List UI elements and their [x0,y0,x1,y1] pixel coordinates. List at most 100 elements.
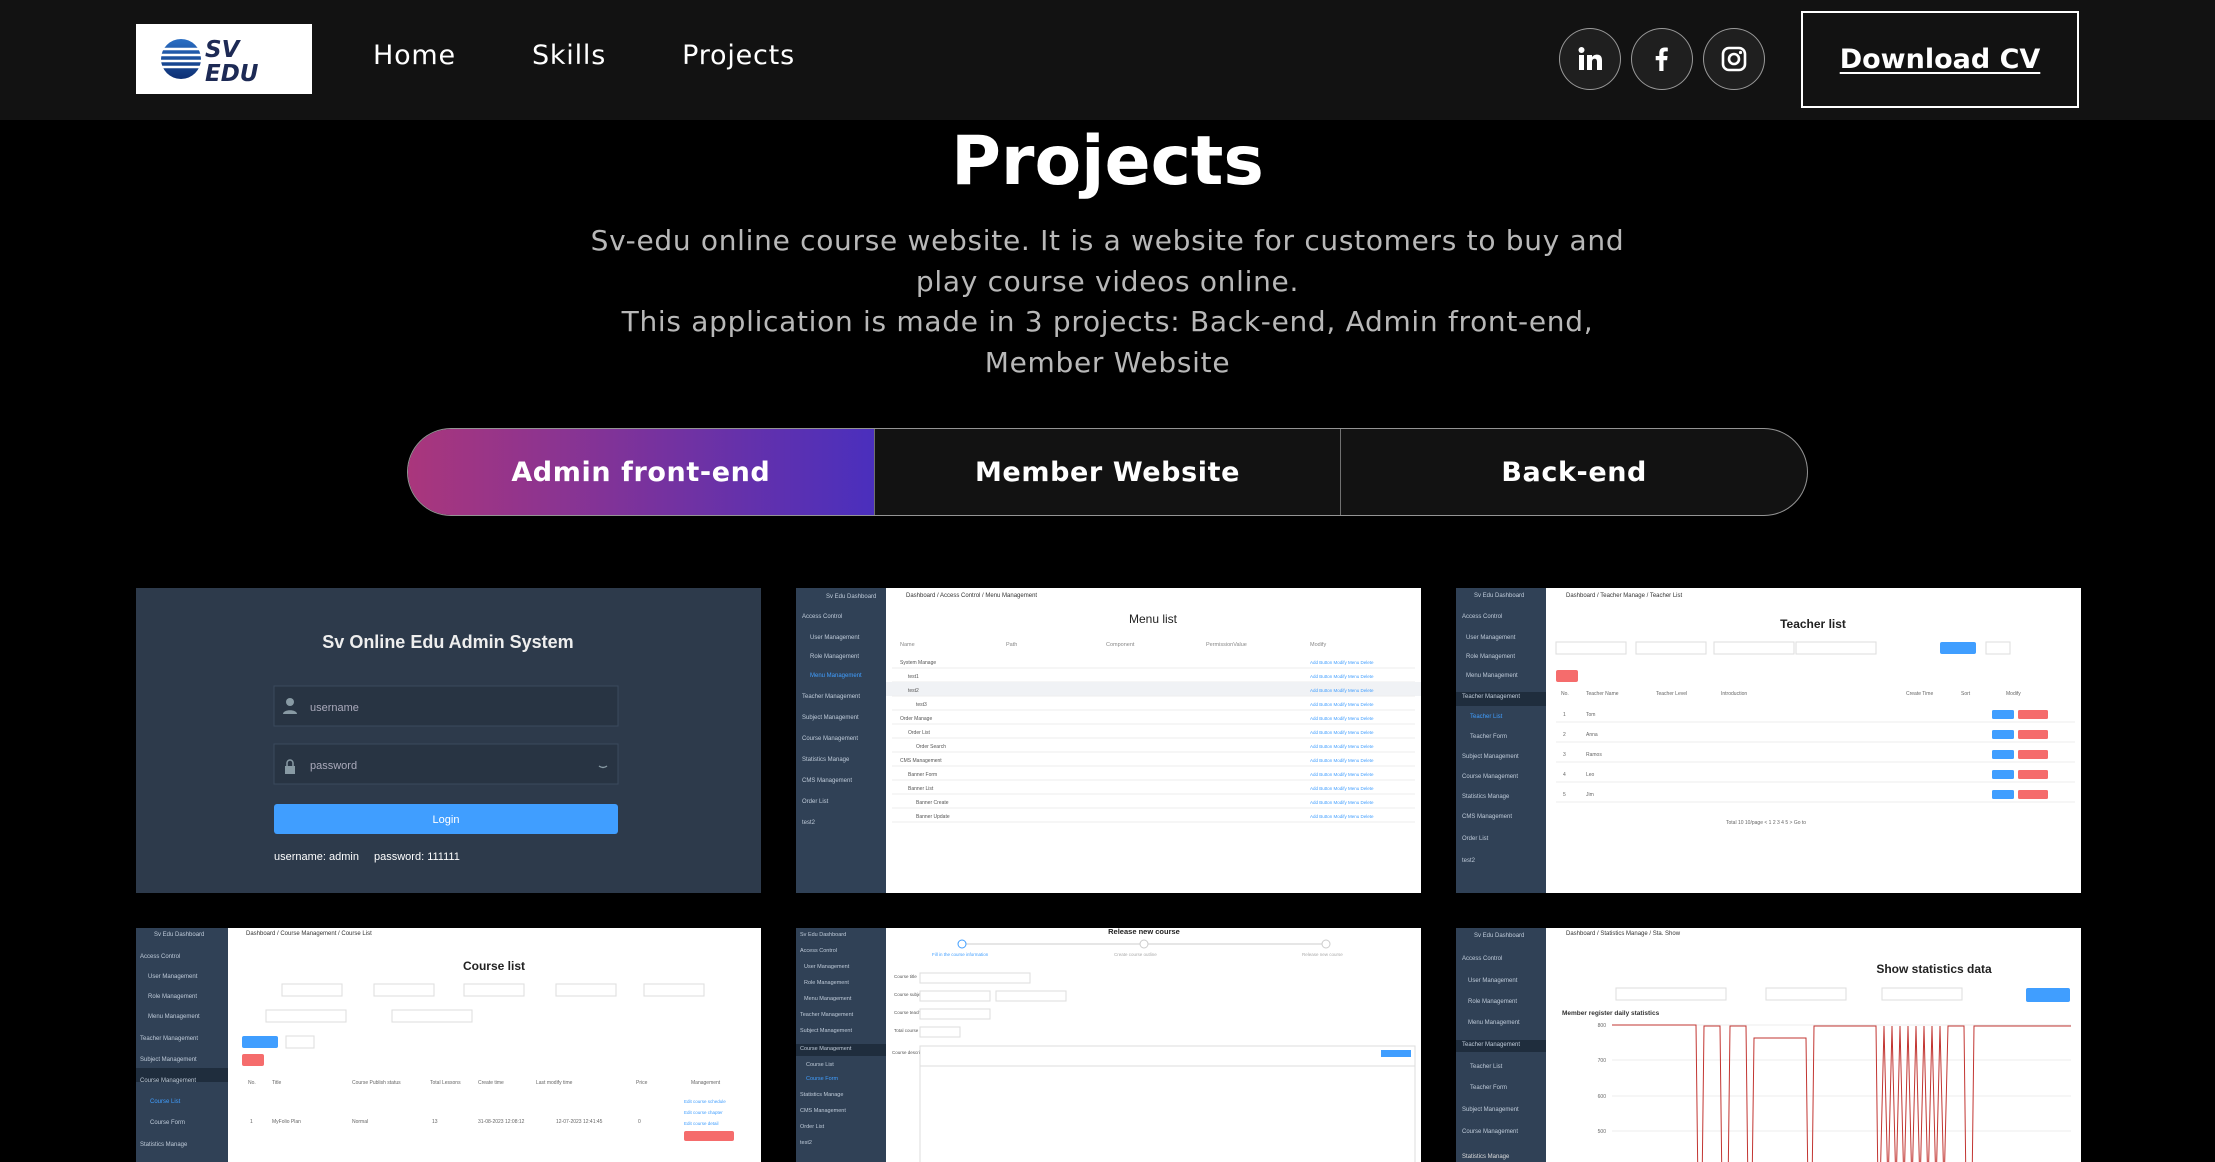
svg-text:MyFolio Plan: MyFolio Plan [272,1119,301,1125]
nav-links: Home Skills Projects [373,40,795,71]
svg-text:Edit course schedule: Edit course schedule [684,1099,726,1104]
svg-text:Sv Edu Dashboard: Sv Edu Dashboard [1474,593,1524,599]
svg-text:User Management: User Management [1468,978,1518,984]
svg-text:Name: Name [900,642,915,648]
svg-text:800: 800 [1598,1023,1607,1029]
release-title: Release new course [1108,928,1180,936]
teacher-list-title: Teacher list [1780,617,1846,631]
menu-row-actions: Add Button Modify Menu Delete [1310,772,1374,777]
description-line-1: Sv-edu online course website. It is a we… [590,224,1625,298]
svg-text:Teacher Management: Teacher Management [802,694,860,700]
svg-text:Subject Management: Subject Management [802,715,859,721]
menu-row-actions: Add Button Modify Menu Delete [1310,800,1374,805]
menu-row-label: Order Search [916,744,946,750]
svg-text:PermissionValue: PermissionValue [1206,642,1247,648]
svg-text:Fill in the course information: Fill in the course information [932,952,989,957]
screenshot-statistics[interactable]: Sv Edu Dashboard Access Control User Man… [1456,928,2081,1162]
teacher-delete-button [2018,770,2048,779]
screenshot-teacher-list[interactable]: Sv Edu Dashboard Access Control User Man… [1456,588,2081,893]
tab-member-website[interactable]: Member Website [873,429,1341,515]
project-tabs: Admin front-end Member Website Back-end [407,428,1808,516]
menu-row-actions: Add Button Modify Menu Delete [1310,702,1374,707]
svg-text:Create course outline: Create course outline [1114,952,1157,957]
svg-text:User Management: User Management [810,635,860,641]
teacher-row-no: 2 [1563,732,1566,738]
svg-text:Course List: Course List [806,1062,834,1068]
svg-text:Order List: Order List [800,1124,825,1130]
svg-text:Role Management: Role Management [148,994,197,1000]
svg-text:Sv Edu Dashboard: Sv Edu Dashboard [826,594,876,600]
svg-text:Course Management: Course Management [802,736,858,742]
svg-text:31-08-2023 12:08:12: 31-08-2023 12:08:12 [478,1119,525,1125]
svg-text:Modify: Modify [1310,642,1326,648]
statistics-title: Show statistics data [1876,962,1992,976]
instagram-icon[interactable] [1703,28,1765,90]
svg-text:test2: test2 [802,820,816,826]
teacher-delete-button [2018,730,2048,739]
svg-text:Statistics Manage: Statistics Manage [1462,794,1510,800]
svg-text:Title: Title [272,1080,281,1086]
svg-text:Teacher Form: Teacher Form [1470,734,1507,740]
logo[interactable]: SV EDU [136,24,312,94]
svg-text:Release new course: Release new course [1302,952,1343,957]
svg-text:Teacher Level: Teacher Level [1656,691,1687,697]
svg-text:EDU: EDU [205,61,259,87]
teacher-row-name: Anna [1586,732,1598,738]
menu-row-label: test2 [908,688,919,694]
login-title: Sv Online Edu Admin System [322,632,573,652]
svg-text:Course Management: Course Management [1462,1129,1518,1135]
teacher-row-no: 4 [1563,772,1566,778]
svg-text:CMS Management: CMS Management [802,778,852,784]
tab-back-end[interactable]: Back-end [1340,429,1807,515]
nav-link-skills[interactable]: Skills [532,40,606,71]
svg-text:Subject Management: Subject Management [1462,1107,1519,1113]
sv-edu-logo-icon: SV EDU [161,37,259,87]
svg-text:Access Control: Access Control [1462,956,1502,962]
svg-text:Teacher Management: Teacher Management [1462,1042,1520,1048]
svg-text:Menu Management: Menu Management [1468,1020,1520,1026]
svg-text:User Management: User Management [1466,635,1516,641]
nav-link-home[interactable]: Home [373,40,456,71]
svg-text:Component: Component [1106,642,1135,648]
svg-text:User Management: User Management [148,974,198,980]
svg-text:Price: Price [636,1080,648,1086]
download-cv-label: Download CV [1839,44,2041,75]
svg-text:Total 10 10/page < 1 2: Total 10 10/page < 1 2 3 4 5 > Go to [1726,820,1806,826]
teacher-edit-button [1992,750,2014,759]
teacher-row-name: Tom [1586,712,1595,718]
svg-text:Access Control: Access Control [1462,614,1502,620]
svg-text:700: 700 [1598,1058,1607,1064]
menu-row-actions: Add Button Modify Menu Delete [1310,674,1374,679]
nav-link-projects[interactable]: Projects [682,40,795,71]
screenshot-admin-login[interactable]: Sv Online Edu Admin System username pass… [136,588,761,893]
svg-text:Dashboard / Teacher Manage: Dashboard / Teacher Manage / Teacher Lis… [1566,593,1683,599]
download-cv-button[interactable]: Download CV [1801,11,2079,108]
linkedin-icon[interactable] [1559,28,1621,90]
svg-text:Teacher List: Teacher List [1470,714,1503,720]
svg-text:No.: No. [1561,691,1569,697]
teacher-row-name: Jim [1586,792,1594,798]
menu-row-label: Order Manage [900,716,932,722]
screenshot-menu-list[interactable]: Sv Edu Dashboard Access Control User Man… [796,588,1421,893]
menu-row-label: Banner Create [916,800,949,806]
login-button: Login [433,814,460,826]
teacher-row-no: 1 [1563,712,1566,718]
svg-text:Role Management: Role Management [1468,999,1517,1005]
svg-text:test2: test2 [800,1140,812,1146]
projects-description: Sv-edu online course website. It is a we… [580,221,1635,383]
svg-text:Subject Management: Subject Management [1462,754,1519,760]
screenshot-course-list[interactable]: Sv Edu Dashboard Access Control User Man… [136,928,761,1162]
svg-text:Teacher Management: Teacher Management [140,1036,198,1042]
screenshot-release-course[interactable]: Sv Edu Dashboard Access Control User Man… [796,928,1421,1162]
svg-text:Order List: Order List [802,799,829,805]
svg-text:Course title: Course title [894,974,917,979]
teacher-row-name: Leo [1586,772,1595,778]
svg-text:Role Management: Role Management [804,980,849,986]
tab-admin-front-end[interactable]: Admin front-end [408,429,874,515]
teacher-delete-button [2018,750,2048,759]
svg-text:Teacher Name: Teacher Name [1586,691,1619,697]
svg-text:Course Management: Course Management [800,1046,852,1052]
social-links [1559,28,1765,90]
facebook-icon[interactable] [1631,28,1693,90]
svg-text:Course Management: Course Management [1462,774,1518,780]
